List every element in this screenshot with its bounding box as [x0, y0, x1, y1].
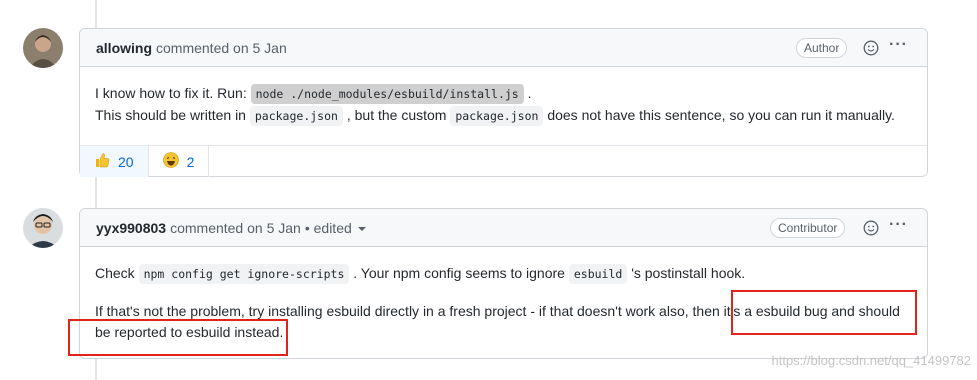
- body-text: does not have this sentence, so you can …: [543, 107, 895, 123]
- body-text: Check: [95, 265, 139, 281]
- watermark: https://blog.csdn.net/qq_41499782: [771, 353, 972, 368]
- inline-code: node ./node_modules/esbuild/install.js: [250, 84, 524, 104]
- body-text: I know how to fix it. Run:: [95, 85, 251, 101]
- body-text: If that's not the problem, try installin…: [95, 303, 724, 319]
- comment-header: yyx990803 commented on 5 Jan • edited Co…: [80, 209, 927, 247]
- laugh-icon: [162, 152, 179, 171]
- reaction-count: 20: [118, 153, 134, 170]
- body-text: . Your npm config seems to ignore: [349, 265, 569, 281]
- add-reaction-icon[interactable]: [863, 40, 879, 56]
- author-badge: Author: [796, 38, 848, 58]
- author-link[interactable]: yyx990803: [96, 220, 166, 236]
- edited-label: • edited: [304, 219, 352, 236]
- inline-code: npm config get ignore-scripts: [138, 264, 350, 284]
- comment-timestamp[interactable]: commented on 5 Jan: [156, 40, 287, 56]
- thumbs-up-icon: [94, 152, 110, 171]
- more-options-icon[interactable]: ···: [889, 37, 907, 57]
- body-text: , but the custom: [342, 107, 451, 123]
- chevron-down-icon: [357, 226, 366, 231]
- add-reaction-icon[interactable]: [863, 220, 879, 236]
- more-options-icon[interactable]: ···: [889, 217, 907, 237]
- avatar[interactable]: [23, 208, 63, 248]
- inline-code: esbuild: [568, 264, 628, 284]
- body-text: .: [523, 85, 532, 101]
- highlight-box: [68, 319, 288, 356]
- reactions-bar: 20 2: [80, 145, 927, 177]
- body-text: This should be written in: [95, 107, 250, 123]
- author-link[interactable]: allowing: [96, 40, 152, 56]
- comment-header: allowing commented on 5 Jan Author ···: [80, 29, 927, 67]
- comment-body: I know how to fix it. Run: node ./node_m…: [80, 67, 927, 127]
- reaction-thumbs-up[interactable]: 20: [80, 146, 149, 177]
- inline-code: package.json: [249, 106, 343, 126]
- body-text: 's postinstall hook.: [627, 265, 746, 281]
- avatar[interactable]: [23, 28, 63, 68]
- contributor-badge: Contributor: [770, 218, 846, 238]
- reaction-count: 2: [186, 153, 195, 170]
- edited-dropdown[interactable]: • edited: [305, 220, 366, 236]
- highlight-box: [731, 290, 917, 335]
- inline-code: package.json: [450, 106, 544, 126]
- reaction-laugh[interactable]: 2: [149, 146, 210, 177]
- comment-timestamp[interactable]: commented on 5 Jan: [170, 220, 301, 236]
- comment-card: allowing commented on 5 Jan Author ··· I…: [79, 28, 928, 177]
